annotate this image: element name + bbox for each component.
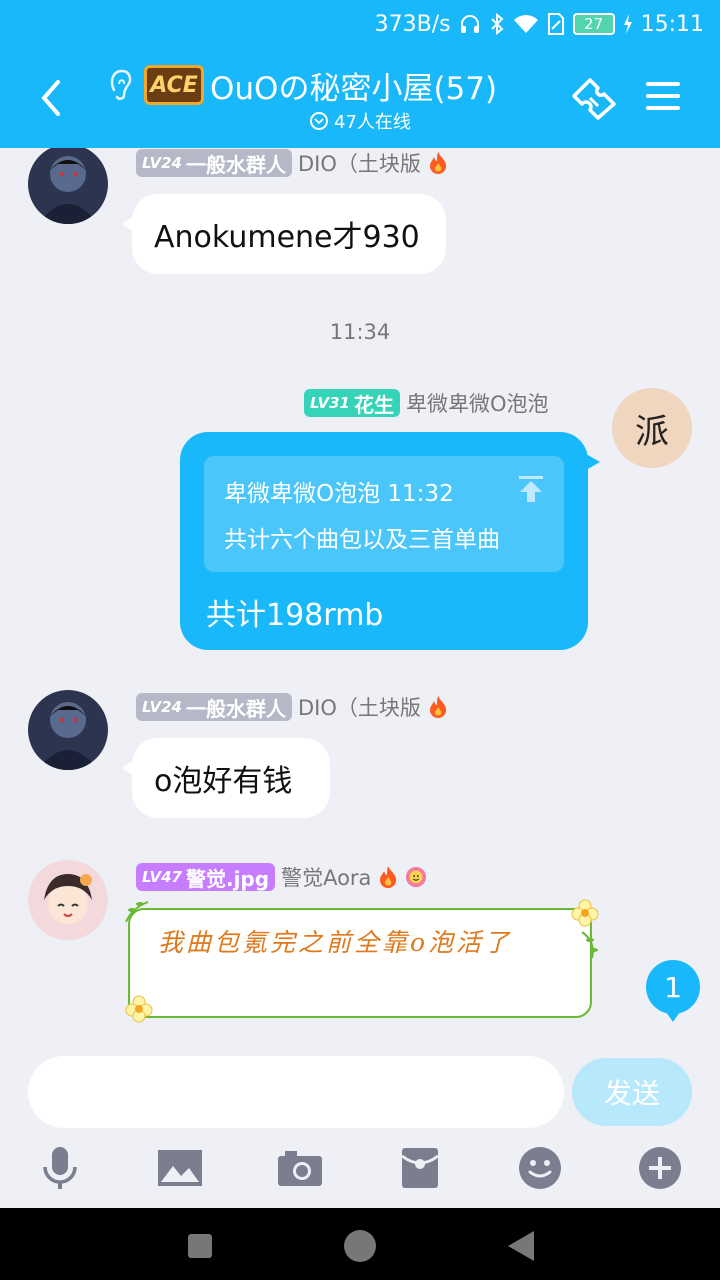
message-bubble[interactable]: Anokumene才930 bbox=[122, 194, 446, 274]
avatar-char: 派 bbox=[635, 411, 669, 452]
vine-decoration-icon bbox=[581, 931, 598, 959]
sim-icon bbox=[547, 13, 564, 35]
message-bubble[interactable]: o泡好有钱 bbox=[122, 738, 330, 818]
badge-title: 警觉.jpg bbox=[185, 866, 270, 891]
microphone-icon bbox=[43, 1147, 77, 1189]
group-logo: ACE bbox=[144, 65, 204, 105]
clock: 15:11 bbox=[640, 11, 704, 37]
flame-icon bbox=[380, 866, 397, 888]
avatar-aora[interactable] bbox=[28, 860, 108, 940]
sender-name: DIO（土块版 bbox=[297, 696, 421, 720]
battery-level: 27 bbox=[584, 15, 604, 33]
online-text: 47人在线 bbox=[334, 112, 411, 133]
level-badge: LV24 一般水群人 bbox=[136, 693, 292, 721]
status-bar: 373B/s 27 15:11 bbox=[375, 6, 704, 42]
more-button[interactable] bbox=[636, 1144, 684, 1192]
sender-name: 警觉Aora bbox=[281, 866, 372, 890]
message-text: o泡好有钱 bbox=[154, 764, 293, 799]
system-nav-bar bbox=[0, 1208, 720, 1280]
message-text: 我曲包氪完之前全靠o泡活了 bbox=[158, 928, 513, 957]
headset-icon bbox=[460, 15, 479, 33]
unread-count: 1 bbox=[664, 970, 682, 1004]
group-title: OuOの秘密小屋(57) bbox=[210, 70, 498, 107]
wifi-icon bbox=[513, 15, 538, 33]
smiley-icon bbox=[519, 1147, 561, 1189]
camera-button[interactable] bbox=[276, 1144, 324, 1192]
level-badge: LV47 警觉.jpg bbox=[136, 863, 276, 891]
back-nav-button[interactable] bbox=[500, 1226, 540, 1266]
message-bubble-self[interactable]: 卑微卑微O泡泡 11:32 共计六个曲包以及三首单曲 共计198rmb bbox=[180, 432, 600, 650]
avatar-dio[interactable] bbox=[28, 690, 108, 770]
recents-button[interactable] bbox=[180, 1226, 220, 1266]
flame-icon bbox=[429, 696, 447, 718]
flower-decoration-icon bbox=[125, 995, 153, 1023]
badge-level: LV24 bbox=[142, 698, 182, 716]
triangle-back-icon bbox=[508, 1231, 534, 1261]
timestamp: 11:34 bbox=[329, 320, 391, 344]
circle-icon bbox=[344, 1230, 376, 1262]
network-speed: 373B/s bbox=[374, 11, 451, 37]
menu-button[interactable] bbox=[644, 76, 692, 120]
sender-name: DIO（土块版 bbox=[297, 152, 421, 176]
message-text: 共计198rmb bbox=[206, 598, 384, 633]
chat-list[interactable]: LV24 一般水群人 DIO（土块版 Anokumene才930 11:34 LV… bbox=[0, 148, 720, 1040]
badge-level: LV31 bbox=[310, 394, 350, 412]
badge-level: LV24 bbox=[142, 154, 182, 172]
message-input[interactable] bbox=[28, 1056, 564, 1128]
battery-icon: 27 bbox=[572, 13, 615, 35]
unread-count-badge[interactable]: 1 bbox=[646, 960, 700, 1022]
message-meta: LV47 警觉.jpg 警觉Aora bbox=[136, 862, 427, 892]
bluetooth-icon bbox=[490, 12, 504, 36]
flame-icon bbox=[429, 152, 447, 174]
quote-text: 共计六个曲包以及三首单曲 bbox=[224, 527, 500, 553]
charging-icon bbox=[623, 14, 632, 34]
chat-header: 373B/s 27 15:11 ACE OuOの秘密小屋(57) 47人在线 bbox=[0, 0, 720, 148]
quoted-message[interactable]: 卑微卑微O泡泡 11:32 共计六个曲包以及三首单曲 bbox=[204, 456, 564, 572]
quote-header: 卑微卑微O泡泡 11:32 bbox=[224, 481, 454, 507]
message-meta: LV31 花生 卑微卑微O泡泡 bbox=[304, 388, 549, 418]
red-packet-icon bbox=[401, 1148, 439, 1188]
badge-level: LV47 bbox=[142, 868, 182, 886]
input-bar: 发送 bbox=[0, 1040, 720, 1208]
badge-title: 花生 bbox=[353, 392, 394, 417]
title-row[interactable]: ACE OuOの秘密小屋(57) bbox=[108, 60, 497, 110]
ticket-button[interactable] bbox=[570, 76, 618, 120]
menu-icon bbox=[646, 82, 680, 110]
flower-face-icon bbox=[406, 866, 427, 888]
emoji-button[interactable] bbox=[516, 1144, 564, 1192]
sender-name: 卑微卑微O泡泡 bbox=[405, 392, 549, 416]
online-count[interactable]: 47人在线 bbox=[310, 108, 411, 134]
image-icon bbox=[158, 1150, 202, 1186]
square-icon bbox=[188, 1234, 212, 1258]
voice-button[interactable] bbox=[36, 1144, 84, 1192]
avatar-self[interactable]: 派 bbox=[612, 388, 692, 468]
camera-icon bbox=[278, 1151, 322, 1186]
level-badge: LV24 一般水群人 bbox=[136, 149, 292, 177]
level-badge: LV31 花生 bbox=[304, 389, 400, 417]
flower-decoration-icon bbox=[571, 899, 599, 927]
badge-title: 一般水群人 bbox=[185, 152, 286, 177]
image-button[interactable] bbox=[156, 1144, 204, 1192]
red-packet-button[interactable] bbox=[396, 1144, 444, 1192]
send-button[interactable]: 发送 bbox=[572, 1058, 692, 1126]
message-text: Anokumene才930 bbox=[154, 220, 420, 255]
jump-to-top-icon[interactable] bbox=[516, 474, 546, 504]
ticket-icon bbox=[572, 78, 616, 120]
plus-icon bbox=[639, 1147, 681, 1189]
badge-title: 一般水群人 bbox=[185, 696, 286, 721]
ear-icon bbox=[108, 67, 138, 103]
message-meta: LV24 一般水群人 DIO（土块版 bbox=[136, 692, 449, 722]
vine-decoration-icon bbox=[125, 901, 149, 923]
avatar-dio[interactable] bbox=[28, 148, 108, 224]
chevron-down-icon bbox=[310, 112, 328, 130]
home-button[interactable] bbox=[340, 1226, 380, 1266]
chevron-left-icon bbox=[41, 80, 60, 116]
message-bubble-decorated[interactable]: 我曲包氪完之前全靠o泡活了 bbox=[125, 899, 599, 1023]
message-meta: LV24 一般水群人 DIO（土块版 bbox=[136, 148, 449, 178]
back-button[interactable] bbox=[30, 74, 70, 122]
